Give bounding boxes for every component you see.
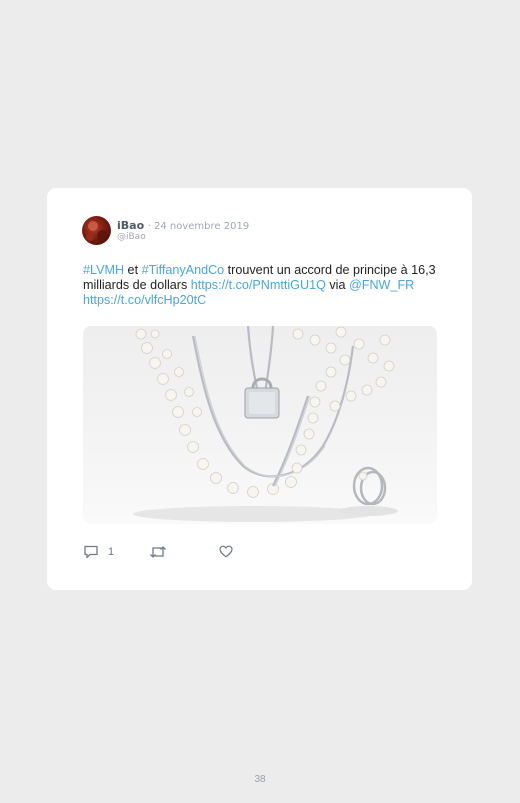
heart-icon [219,545,233,558]
author-handle[interactable]: @iBao [117,232,146,242]
reply-count: 1 [108,546,115,558]
hashtag-lvmh[interactable]: #LVMH [83,263,124,277]
retweet-icon [150,546,166,558]
author-name[interactable]: iBao [117,219,144,232]
like-button[interactable] [219,545,239,558]
tweet-text-segment: via [325,278,349,292]
tweet-media-image[interactable] [83,326,437,524]
tweet-text: #LVMH et #TiffanyAndCo trouvent un accor… [83,263,443,308]
page-number: 38 [254,774,266,785]
tweet-header: iBao · 24 novembre 2019 [117,219,249,232]
retweet-button[interactable] [149,545,173,559]
tweet-date[interactable]: · 24 novembre 2019 [148,221,250,232]
tweet-link[interactable]: https://t.co/PNmttiGU1Q [191,278,326,292]
jewelry-photo [133,326,398,522]
tweet-link[interactable]: https://t.co/vlfcHp20tC [83,293,206,307]
avatar[interactable] [82,216,111,245]
tweet-card: iBao · 24 novembre 2019 @iBao #LVMH et #… [47,188,472,590]
tweet-text-segment: et [124,263,142,277]
reply-button[interactable]: 1 [83,545,114,559]
hashtag-tiffany[interactable]: #TiffanyAndCo [142,263,225,277]
mention-link[interactable]: @FNW_FR [349,278,414,292]
reply-icon [84,545,98,559]
tweet-actions: 1 [83,545,283,561]
